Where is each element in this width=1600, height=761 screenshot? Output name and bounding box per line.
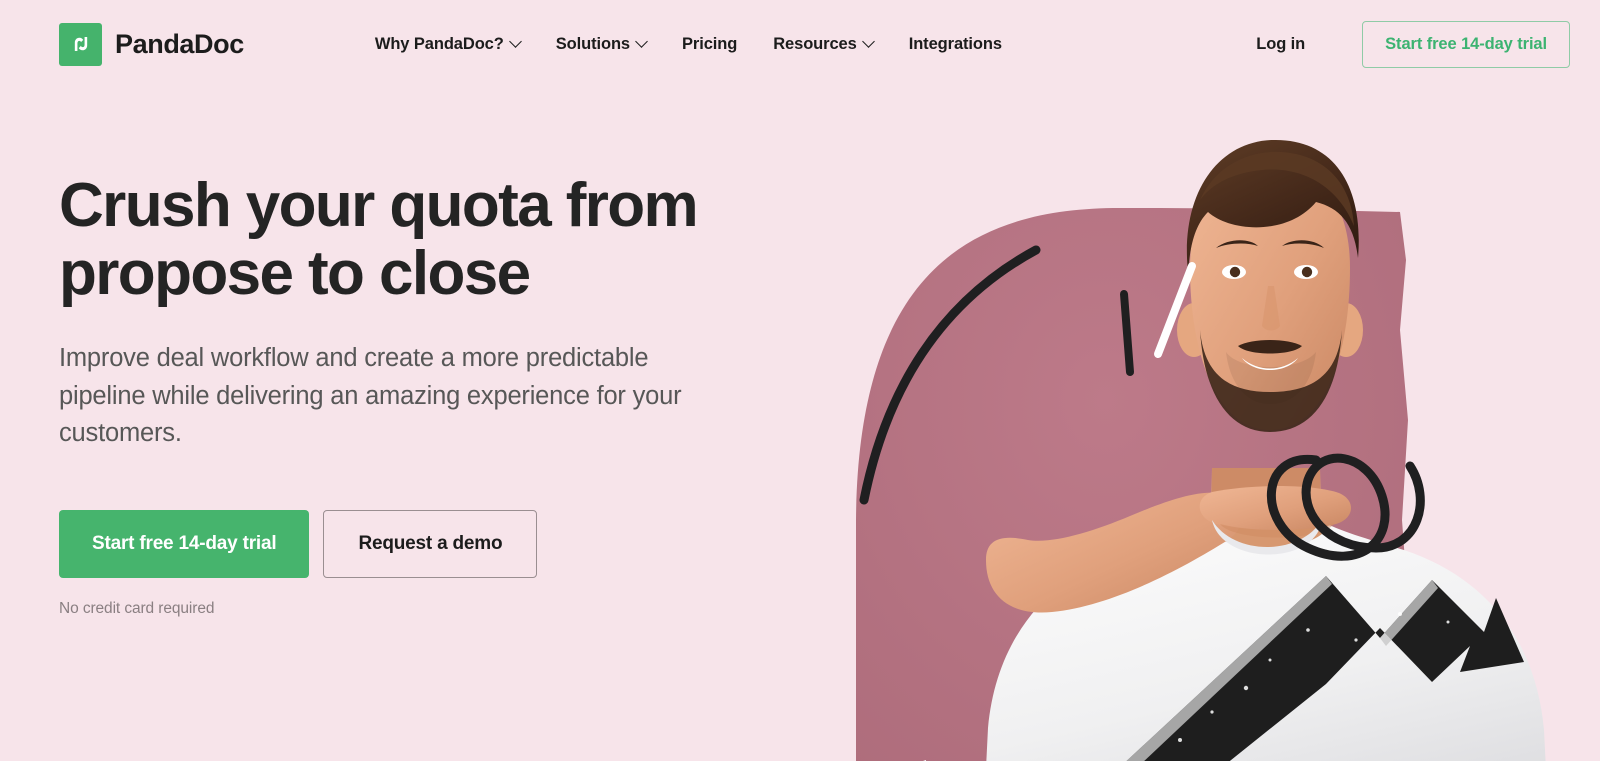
pandadoc-pd-monogram-icon — [59, 22, 102, 66]
brand-name: PandaDoc — [115, 28, 244, 59]
nav-label: Resources — [773, 34, 857, 53]
hero-illustration — [760, 0, 1600, 761]
header-actions: Log in Start free 14-day trial — [1256, 20, 1570, 68]
nav-label: Why PandaDoc? — [374, 34, 504, 53]
hero-collage-graphic — [760, 0, 1600, 761]
hero-start-trial-button[interactable]: Start free 14-day trial — [59, 509, 310, 578]
nav-item-resources[interactable]: Resources — [773, 34, 875, 54]
no-credit-card-note: No credit card required — [59, 599, 215, 617]
nav-label: Pricing — [682, 34, 738, 53]
nav-label: Integrations — [908, 34, 1002, 53]
nav-item-pricing[interactable]: Pricing — [682, 35, 737, 54]
chevron-down-icon — [508, 34, 522, 48]
nav-item-solutions[interactable]: Solutions — [555, 34, 648, 54]
site-header: PandaDoc Why PandaDoc? Solutions Pricing… — [0, 0, 1600, 88]
nav-label: Solutions — [555, 34, 630, 53]
page-title: Crush your quota from propose to close — [59, 171, 699, 308]
nav-item-why-pandadoc[interactable]: Why PandaDoc? — [374, 34, 522, 54]
hero-section: Crush your quota from propose to close I… — [0, 0, 1600, 761]
hero-copy: Crush your quota from propose to close I… — [0, 88, 760, 761]
chevron-down-icon — [861, 34, 875, 48]
brand-logo-link[interactable]: PandaDoc — [59, 22, 244, 66]
chevron-down-icon — [635, 34, 648, 48]
nav-item-integrations[interactable]: Integrations — [909, 35, 1002, 54]
hero-request-demo-button[interactable]: Request a demo — [323, 509, 538, 578]
login-link[interactable]: Log in — [1256, 35, 1305, 54]
primary-navigation: Why PandaDoc? Solutions Pricing Resource… — [375, 35, 1002, 54]
hero-subtitle: Improve deal workflow and create a more … — [59, 344, 682, 448]
hero-cta-row: Start free 14-day trial Request a demo — [59, 509, 760, 578]
header-start-trial-button[interactable]: Start free 14-day trial — [1362, 20, 1570, 68]
